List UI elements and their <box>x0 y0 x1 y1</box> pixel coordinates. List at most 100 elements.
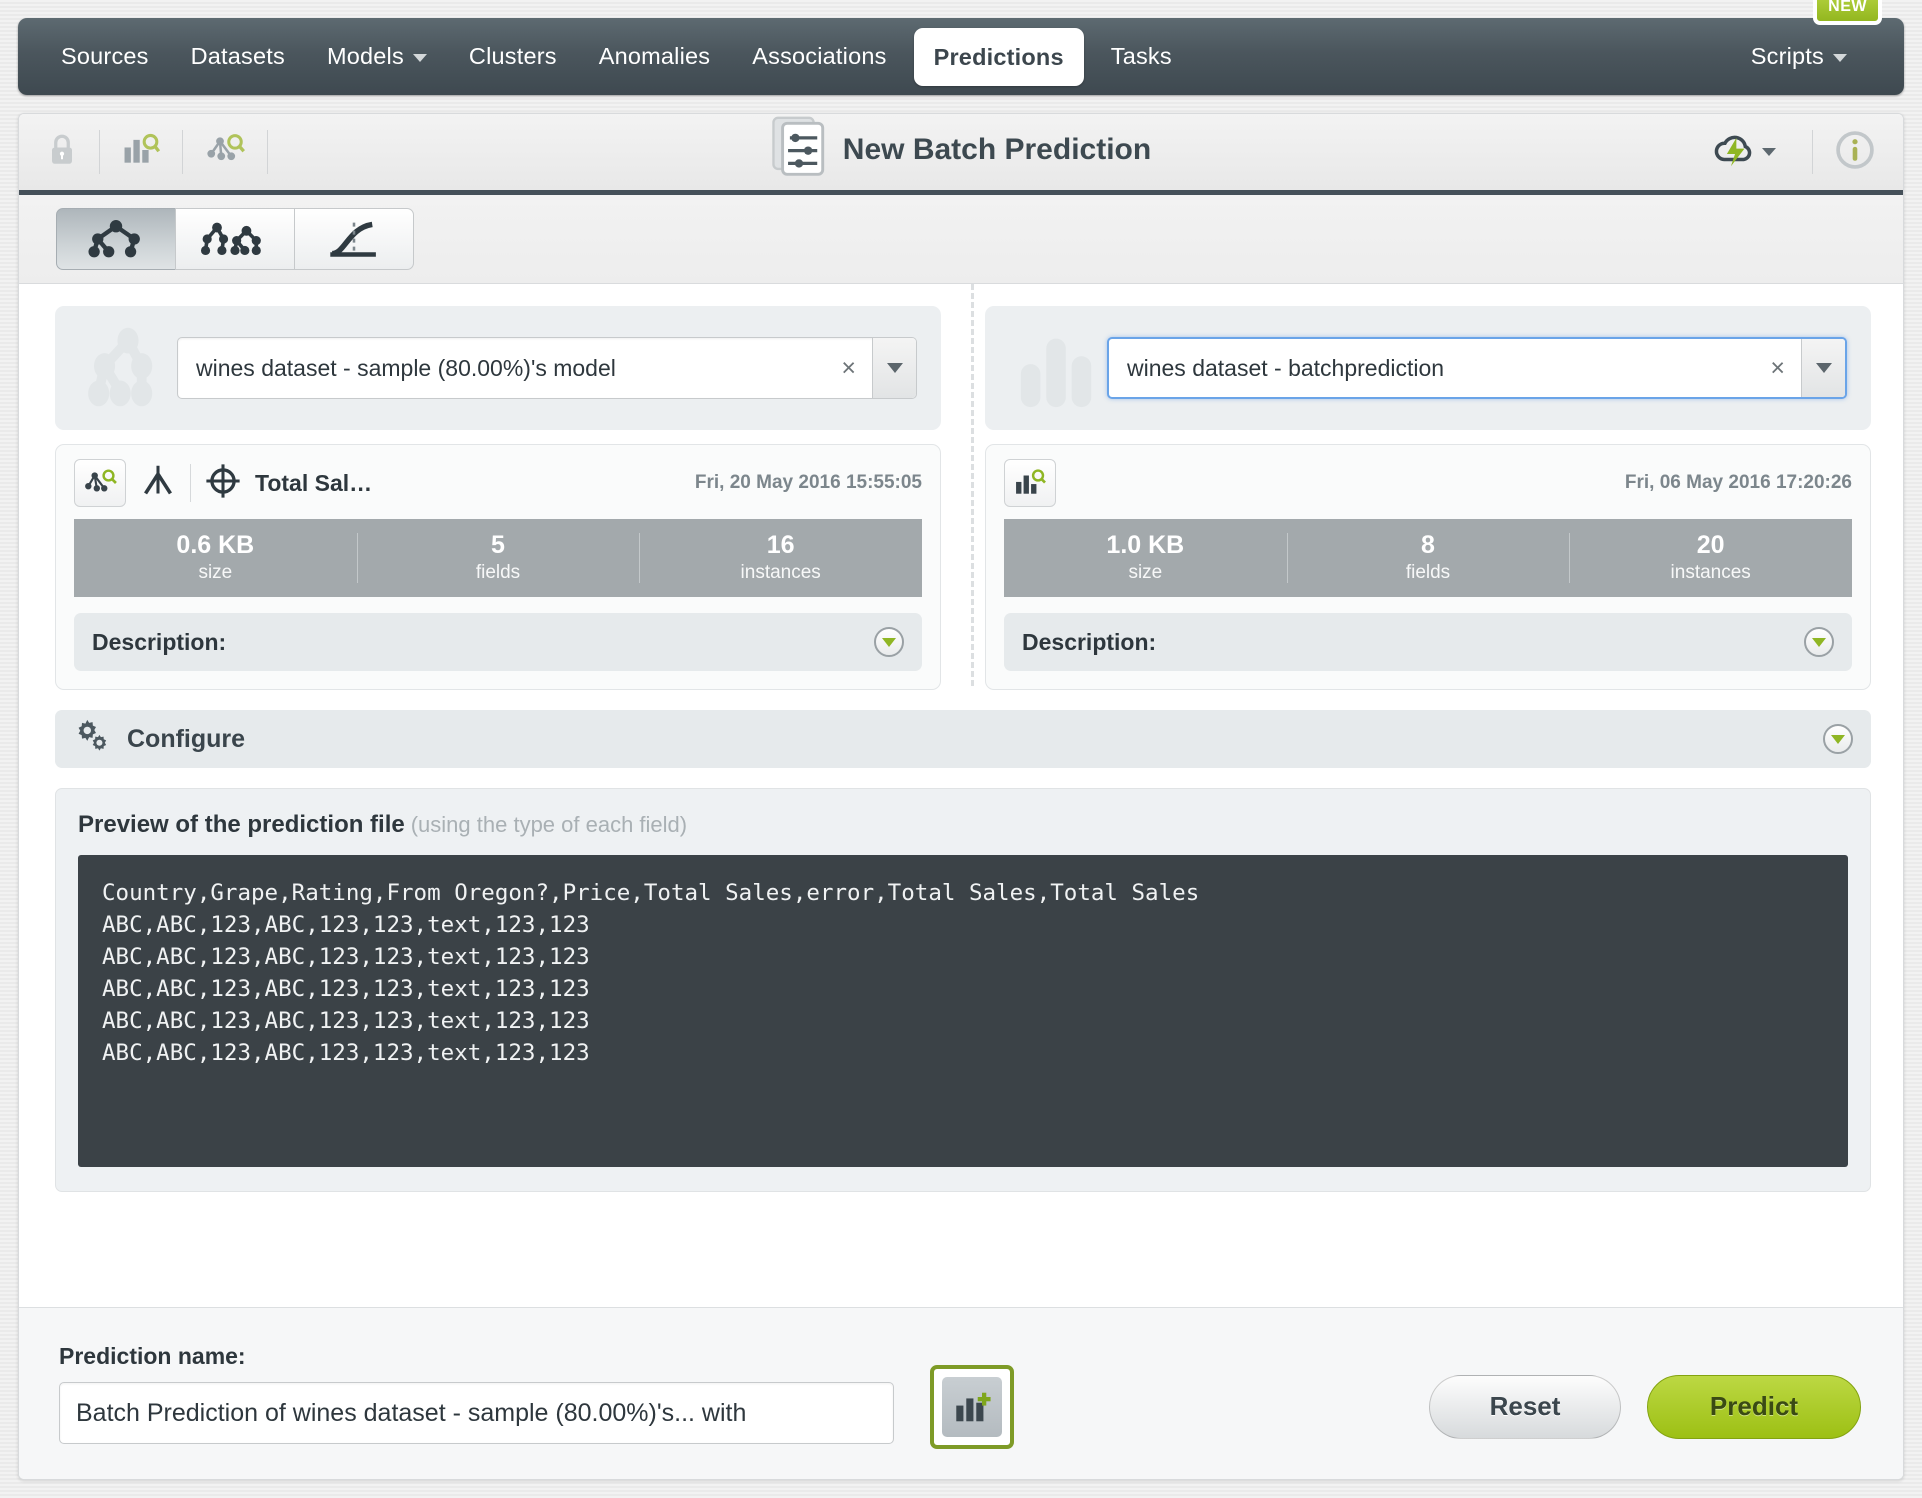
stat-instances: 16 instances <box>639 519 922 597</box>
tab-single-model[interactable] <box>56 208 176 270</box>
model-info-header: Total Sal… Fri, 20 May 2016 15:55:05 <box>56 445 940 519</box>
stat-fields: 8 fields <box>1286 519 1570 597</box>
top-navigation-bar: Sources Datasets Models Clusters Anomali… <box>18 0 1904 95</box>
create-dataset-icon <box>942 1376 1002 1437</box>
dataset-bars-icon <box>1009 325 1107 411</box>
model-selector-value[interactable]: wines dataset - sample (80.00%)'s model <box>178 338 825 398</box>
page-title-group: New Batch Prediction <box>19 114 1903 185</box>
chevron-down-icon <box>1833 53 1847 62</box>
prediction-name-input[interactable] <box>59 1382 894 1444</box>
ensemble-trees-icon <box>200 222 261 256</box>
nav-item-predictions[interactable]: Predictions <box>913 27 1084 86</box>
model-created-date: Fri, 20 May 2016 15:55:05 <box>694 472 922 493</box>
dataset-description-row[interactable]: Description: <box>1004 613 1852 671</box>
nav-item-models[interactable]: Models <box>306 18 448 95</box>
api-cloud-icon[interactable] <box>1712 131 1758 174</box>
chevron-down-icon[interactable] <box>1804 627 1834 657</box>
gears-icon <box>73 717 113 762</box>
info-icon[interactable] <box>1835 130 1875 175</box>
titlebar-left-tools <box>19 114 290 190</box>
dataset-half: wines dataset - batchprediction × Fri, 0… <box>985 306 1871 690</box>
model-search-icon[interactable] <box>74 459 126 507</box>
dataset-search-icon[interactable] <box>1004 459 1056 507</box>
dataset-info-header: Fri, 06 May 2016 17:20:26 <box>986 445 1870 519</box>
configure-section-header[interactable]: Configure <box>55 710 1871 768</box>
nav-item-clusters[interactable]: Clusters <box>448 18 578 95</box>
nav-label: Clusters <box>468 43 557 69</box>
stat-label: size <box>1128 561 1163 583</box>
title-bar: New Batch Prediction <box>19 114 1903 195</box>
prediction-name-block: Prediction name: <box>59 1343 894 1444</box>
stat-size: 1.0 KB size <box>1004 519 1287 597</box>
new-badge: NEW <box>1813 0 1882 25</box>
stat-size: 0.6 KB size <box>74 519 357 597</box>
nav-label: Tasks <box>1110 43 1172 69</box>
nav-item-anomalies[interactable]: Anomalies <box>578 18 732 95</box>
objective-field-name: Total Sal… <box>255 469 373 496</box>
prediction-preview-section: Preview of the prediction file (using the… <box>55 788 1871 1192</box>
clear-icon[interactable]: × <box>825 338 872 398</box>
toolbar-divider <box>182 130 183 174</box>
stat-value: 20 <box>1696 531 1725 560</box>
stat-value: 16 <box>766 531 795 560</box>
model-stats: 0.6 KB size 5 fields 16 instances <box>74 519 922 597</box>
tab-ensemble[interactable] <box>175 208 295 270</box>
dataset-stats: 1.0 KB size 8 fields 20 instances <box>1004 519 1852 597</box>
dataset-selector-value[interactable]: wines dataset - batchprediction <box>1109 339 1754 397</box>
tab-logistic-regression[interactable] <box>294 208 414 270</box>
nav-label: Associations <box>752 43 887 69</box>
clear-icon[interactable]: × <box>1754 339 1801 397</box>
model-search-icon[interactable] <box>205 132 245 173</box>
batch-prediction-icon <box>771 116 827 183</box>
preview-subtitle: (using the type of each field) <box>410 812 688 837</box>
stat-value: 1.0 KB <box>1106 531 1185 560</box>
titlebar-right-tools <box>1712 114 1903 190</box>
model-selector-dropdown-arrow[interactable] <box>872 338 916 398</box>
header-divider <box>190 464 191 502</box>
nav-item-datasets[interactable]: Datasets <box>170 18 306 95</box>
predict-button[interactable]: Predict <box>1647 1374 1861 1439</box>
dataset-search-icon[interactable] <box>122 132 161 173</box>
model-half: wines dataset - sample (80.00%)'s model … <box>55 306 941 690</box>
preview-title: Preview of the prediction file <box>78 811 405 838</box>
toolbar-divider <box>267 130 268 174</box>
description-label: Description: <box>1022 628 1157 655</box>
model-tree-icon <box>79 325 177 411</box>
nav-label: Predictions <box>933 43 1064 70</box>
model-selector[interactable]: wines dataset - sample (80.00%)'s model … <box>177 337 917 399</box>
prediction-name-label: Prediction name: <box>59 1343 246 1369</box>
reset-button[interactable]: Reset <box>1429 1374 1621 1439</box>
nav-items: Sources Datasets Models Clusters Anomali… <box>18 18 1193 95</box>
objective-target-icon <box>205 463 241 504</box>
decision-tree-icon <box>88 220 140 258</box>
configure-label: Configure <box>127 724 246 753</box>
chevron-down-icon[interactable] <box>1762 148 1776 156</box>
stat-label: instances <box>740 561 821 583</box>
model-description-row[interactable]: Description: <box>74 613 922 671</box>
description-label: Description: <box>92 628 227 655</box>
tree-split-icon[interactable] <box>140 463 176 504</box>
stat-value: 5 <box>491 531 505 560</box>
chevron-down-icon[interactable] <box>874 627 904 657</box>
dataset-selector[interactable]: wines dataset - batchprediction × <box>1107 337 1847 399</box>
chevron-down-icon <box>412 53 427 62</box>
nav-item-sources[interactable]: Sources <box>40 18 170 95</box>
create-dataset-toggle-button[interactable] <box>930 1364 1014 1449</box>
stat-label: fields <box>475 561 521 583</box>
nav-label: Sources <box>61 43 149 69</box>
model-info-card: Total Sal… Fri, 20 May 2016 15:55:05 0.6… <box>55 444 941 690</box>
nav-item-tasks[interactable]: Tasks <box>1090 18 1193 95</box>
nav-label: Scripts <box>1750 43 1824 69</box>
chevron-down-icon[interactable] <box>1823 724 1853 754</box>
stat-label: fields <box>1405 561 1451 583</box>
nav-right-group: NEW Scripts <box>1730 0 1904 95</box>
model-type-tabs <box>19 195 1903 284</box>
nav-item-scripts[interactable]: Scripts <box>1730 18 1868 95</box>
dataset-info-card: Fri, 06 May 2016 17:20:26 1.0 KB size 8 … <box>985 444 1871 690</box>
nav-item-associations[interactable]: Associations <box>731 18 907 95</box>
source-selection-row: wines dataset - sample (80.00%)'s model … <box>19 284 1903 690</box>
dataset-selector-dropdown-arrow[interactable] <box>1801 339 1845 397</box>
nav-label: Datasets <box>190 43 285 69</box>
preview-heading: Preview of the prediction file (using the… <box>78 811 1848 839</box>
stat-fields: 5 fields <box>356 519 640 597</box>
